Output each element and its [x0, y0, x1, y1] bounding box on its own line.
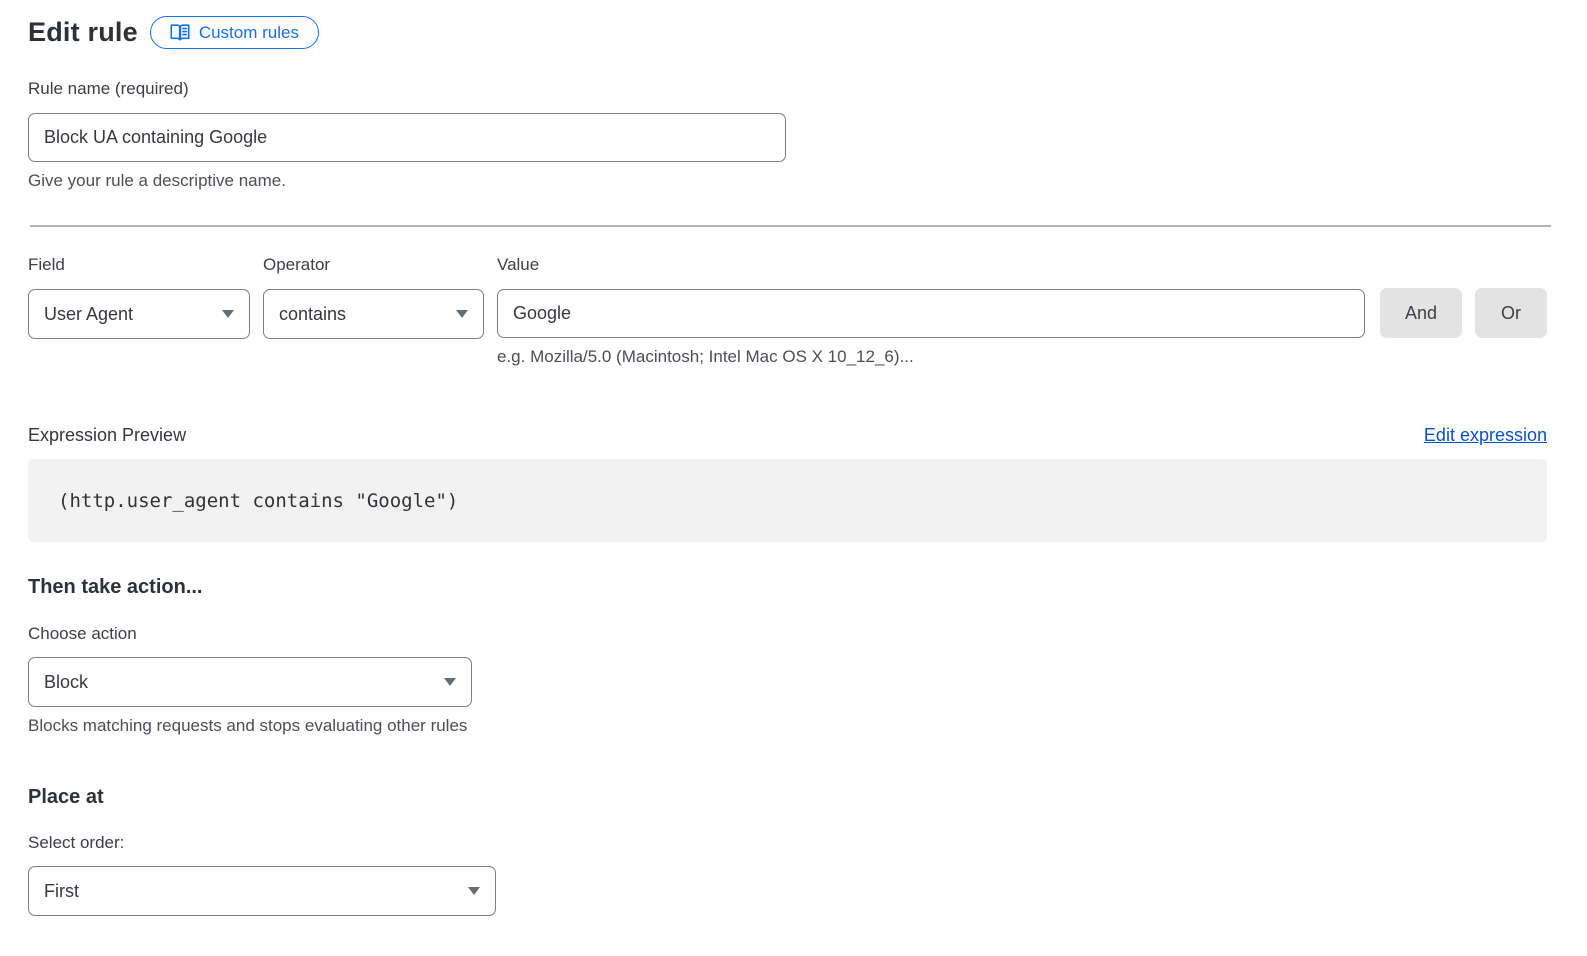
chevron-down-icon: [456, 310, 468, 318]
condition-builder: Field User Agent Operator contains Value: [28, 255, 1547, 367]
choose-action-label: Choose action: [28, 624, 1547, 644]
placement-section: Place at Select order: First: [28, 786, 1547, 916]
value-helper: e.g. Mozilla/5.0 (Macintosh; Intel Mac O…: [497, 347, 1365, 367]
expression-preview-section: Expression Preview Edit expression (http…: [28, 425, 1547, 542]
section-divider: [30, 225, 1551, 227]
value-label: Value: [497, 255, 1365, 275]
place-at-heading: Place at: [28, 786, 1547, 809]
action-selected-value: Block: [44, 672, 88, 693]
rule-name-label: Rule name (required): [28, 79, 1547, 99]
rule-name-input[interactable]: [28, 113, 786, 162]
chevron-down-icon: [444, 678, 456, 686]
custom-rules-docs-button[interactable]: Custom rules: [150, 16, 319, 49]
operator-selected-value: contains: [279, 304, 346, 325]
or-button[interactable]: Or: [1475, 288, 1547, 338]
operator-select[interactable]: contains: [263, 289, 484, 339]
and-button[interactable]: And: [1380, 288, 1462, 338]
action-section: Then take action... Choose action Block …: [28, 576, 1547, 736]
expression-code-panel: (http.user_agent contains "Google"): [28, 459, 1547, 542]
action-helper: Blocks matching requests and stops evalu…: [28, 716, 1547, 736]
chevron-down-icon: [468, 887, 480, 895]
value-input[interactable]: [497, 289, 1365, 338]
field-label: Field: [28, 255, 250, 275]
order-select[interactable]: First: [28, 866, 496, 916]
operator-column: Operator contains: [263, 255, 484, 339]
value-column: Value e.g. Mozilla/5.0 (Macintosh; Intel…: [497, 255, 1365, 367]
order-selected-value: First: [44, 881, 79, 902]
expression-code: (http.user_agent contains "Google"): [58, 490, 458, 512]
operator-label: Operator: [263, 255, 484, 275]
select-order-label: Select order:: [28, 833, 1547, 853]
edit-expression-link[interactable]: Edit expression: [1424, 425, 1547, 446]
action-select[interactable]: Block: [28, 657, 472, 707]
chevron-down-icon: [222, 310, 234, 318]
page-title: Edit rule: [28, 17, 138, 48]
field-selected-value: User Agent: [44, 304, 133, 325]
page-header: Edit rule Custom rules: [28, 16, 1547, 49]
expression-preview-label: Expression Preview: [28, 425, 186, 446]
custom-rules-label: Custom rules: [199, 24, 299, 41]
edit-rule-page: Edit rule Custom rules Rule name (requir…: [0, 0, 1587, 956]
open-book-icon: [170, 24, 190, 41]
rule-name-section: Rule name (required) Give your rule a de…: [28, 79, 1547, 191]
rule-name-helper: Give your rule a descriptive name.: [28, 171, 1547, 191]
action-heading: Then take action...: [28, 576, 1547, 599]
or-column: Or: [1475, 255, 1547, 338]
and-column: And: [1380, 255, 1462, 338]
field-select[interactable]: User Agent: [28, 289, 250, 339]
field-column: Field User Agent: [28, 255, 250, 339]
